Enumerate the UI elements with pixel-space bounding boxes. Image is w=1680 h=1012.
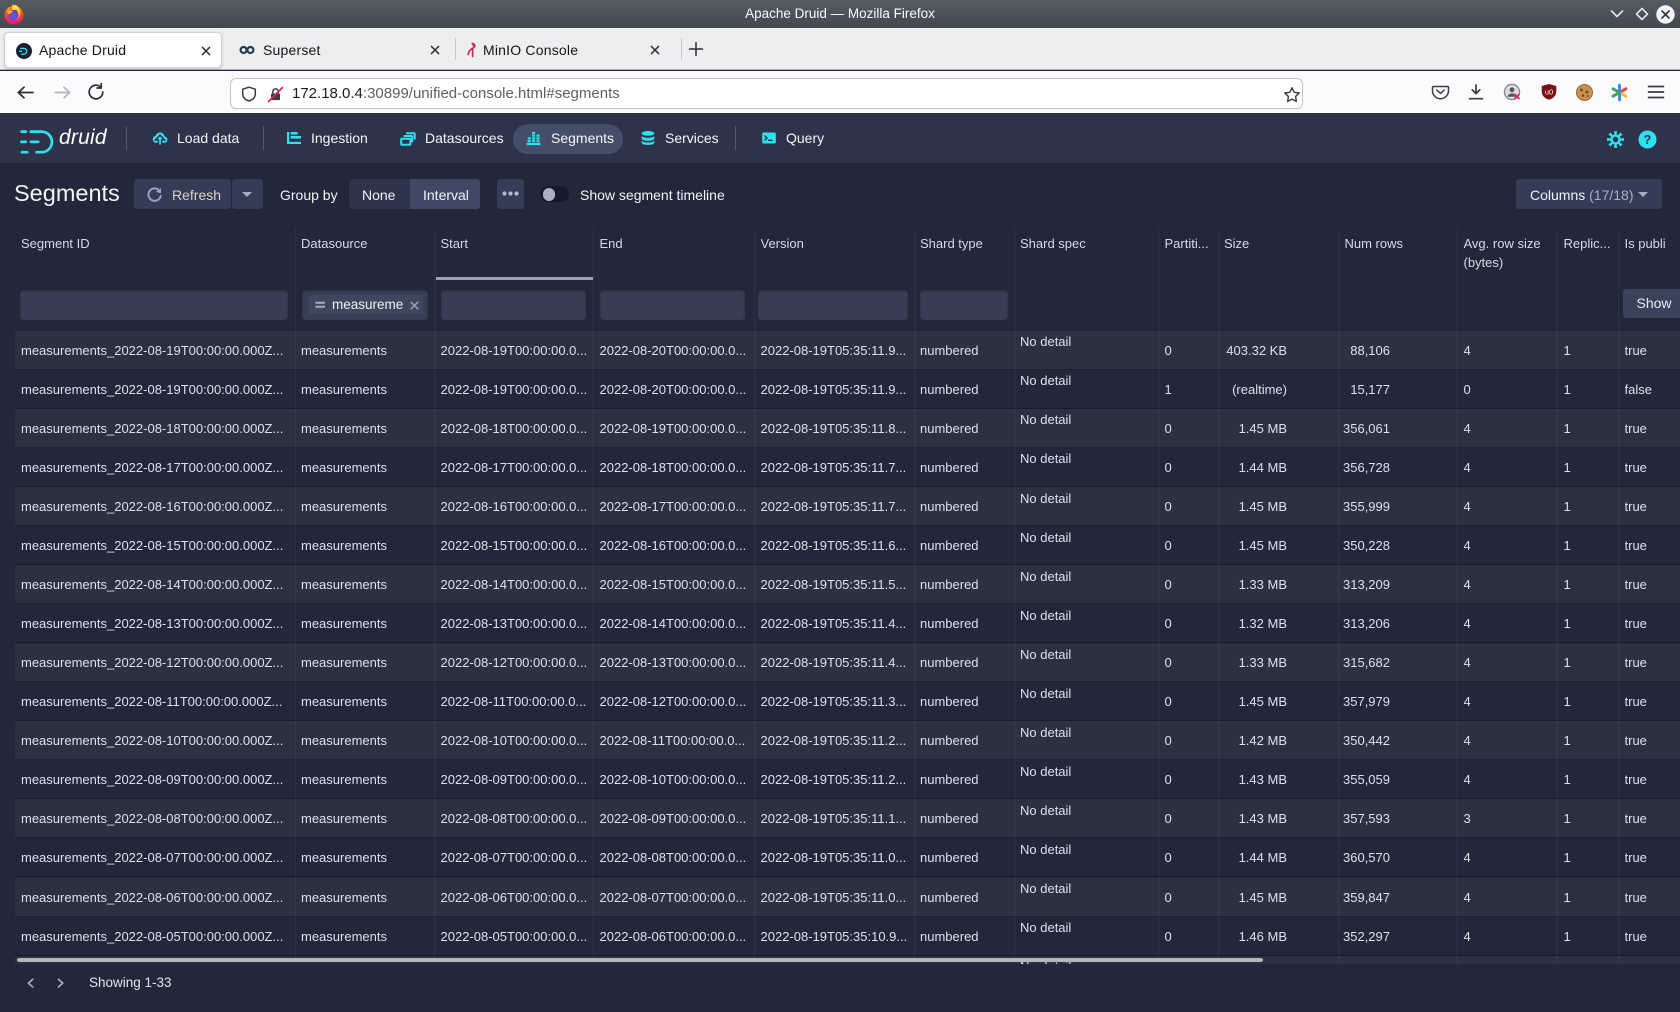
- svg-text:?: ?: [1644, 133, 1652, 147]
- svg-text:u0: u0: [1545, 88, 1553, 97]
